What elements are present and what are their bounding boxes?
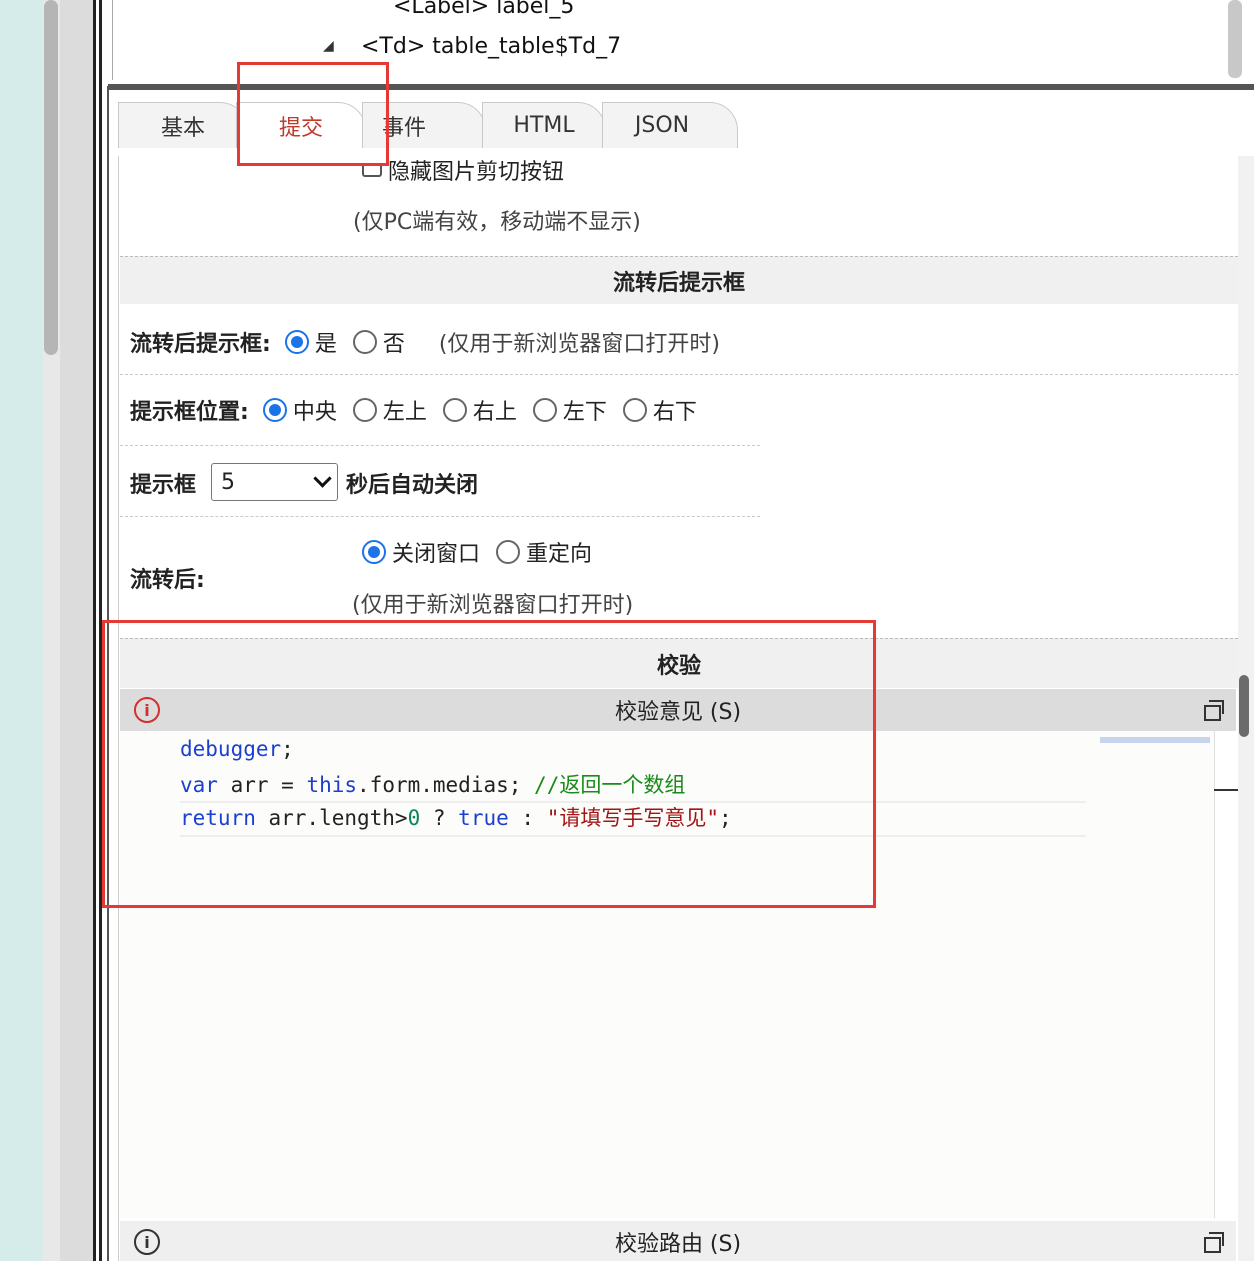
section-title-after-prompt: 流转后提示框 [120, 256, 1238, 304]
code-token: debugger [180, 737, 282, 761]
hide-crop-note: (仅PC端有效，移动端不显示) [353, 210, 641, 235]
tree-node-td[interactable]: <Td> table_table$Td_7 [361, 34, 621, 59]
position-top-left-label: 左上 [382, 400, 427, 425]
code-token: .form.medias; [357, 773, 535, 797]
code-token: arr.length> [255, 806, 408, 830]
splitter-gutter [60, 0, 93, 1261]
after-prompt-no-radio[interactable] [352, 330, 377, 354]
position-center-radio[interactable] [262, 398, 287, 422]
prompt-box-label: 提示框 [130, 473, 197, 498]
code-token: this [306, 773, 358, 797]
splitter-line [99, 0, 102, 1261]
code-token: 0 [407, 806, 421, 830]
position-bottom-right-radio[interactable] [622, 398, 647, 422]
code-editor[interactable]: debugger; var arr = this.form.medias; //… [120, 731, 1214, 1218]
tab-json[interactable]: JSON [602, 102, 738, 148]
after-action-note: (仅用于新浏览器窗口打开时) [352, 593, 634, 618]
close-window-radio[interactable] [362, 540, 386, 564]
restore-window-icon[interactable] [1204, 699, 1224, 721]
prompt-box-suffix: 秒后自动关闭 [346, 473, 479, 498]
validation-route-header[interactable]: i 校验路由 (S) [120, 1221, 1236, 1261]
tab-label: 基本 [160, 115, 205, 141]
expand-arrow-icon[interactable]: ◢ [323, 38, 334, 54]
tab-label: 事件 [381, 115, 426, 141]
chevron-down-icon [313, 469, 332, 488]
after-action-label: 流转后: [130, 568, 205, 593]
after-prompt-yes-label: 是 [314, 332, 337, 357]
horizontal-splitter[interactable] [108, 84, 1254, 90]
redirect-radio[interactable] [496, 540, 521, 564]
position-bottom-left-label: 左下 [562, 400, 607, 425]
code-token: var [180, 773, 218, 797]
tree-node-label[interactable]: <Label> label_5 [393, 0, 574, 19]
divider [120, 516, 760, 517]
code-line-1: debugger; [180, 737, 294, 761]
divider [120, 374, 1238, 375]
redirect-label: 重定向 [526, 542, 593, 567]
code-line-2: var arr = this.form.medias; //返回一个数组 [180, 769, 685, 799]
component-tree: <Label> label_5 ◢ <Td> table_table$Td_7 [112, 0, 1242, 80]
tab-submit[interactable]: 提交 [236, 102, 366, 148]
position-bottom-right-label: 右下 [652, 400, 697, 425]
code-comment: //返回一个数组 [534, 773, 686, 797]
divider [120, 445, 760, 446]
prompt-seconds-select[interactable]: 5 [211, 463, 338, 501]
tree-scrollbar[interactable] [1228, 0, 1242, 78]
info-icon: i [134, 1229, 160, 1255]
hide-crop-label: 隐藏图片剪切按钮 [388, 160, 565, 185]
section-title-validation: 校验 [120, 638, 1238, 688]
minimap-cursor [1214, 789, 1238, 791]
section-title-text: 流转后提示框 [612, 270, 745, 296]
code-token: return [180, 806, 256, 830]
code-token: arr = [217, 773, 307, 797]
tab-html[interactable]: HTML [482, 102, 606, 148]
after-prompt-yes-radio[interactable] [284, 330, 309, 354]
section-title-text: 校验 [656, 653, 701, 679]
panel-scrollbar-thumb[interactable] [1239, 675, 1249, 737]
code-token: true [458, 806, 509, 830]
code-token: : [508, 806, 547, 830]
prompt-position-row: 提示框位置: 中央 左上 右上 左下 右下 [130, 394, 697, 426]
validation-route-title: 校验路由 (S) [614, 1232, 742, 1257]
hide-crop-row: 隐藏图片剪切按钮 [362, 154, 564, 186]
after-action-row: 关闭窗口 重定向 [362, 536, 592, 568]
validation-opinion-header[interactable]: i 校验意见 (S) [120, 689, 1236, 731]
after-prompt-no-label: 否 [382, 332, 405, 357]
code-token: ? [420, 806, 459, 830]
splitter-line [93, 0, 96, 1261]
tab-label: JSON [634, 113, 690, 138]
restore-window-icon[interactable] [1204, 1231, 1224, 1253]
after-prompt-note: (仅用于新浏览器窗口打开时) [438, 332, 721, 357]
property-tabs: 基本 提交 事件 HTML JSON [110, 92, 1254, 148]
tab-basic[interactable]: 基本 [118, 102, 248, 148]
code-token: ; [281, 737, 294, 761]
position-top-right-radio[interactable] [442, 398, 467, 422]
position-top-left-radio[interactable] [352, 398, 377, 422]
after-prompt-label: 流转后提示框: [130, 332, 271, 357]
minimap-preview [1100, 737, 1210, 743]
hide-crop-checkbox[interactable] [362, 163, 382, 177]
info-icon: i [134, 697, 160, 723]
code-token: ; [718, 806, 732, 830]
code-minimap[interactable] [1214, 731, 1238, 1218]
close-window-label: 关闭窗口 [392, 542, 481, 567]
position-center-label: 中央 [292, 400, 337, 425]
code-string: "请填写手写意见" [546, 806, 719, 830]
tab-events[interactable]: 事件 [362, 102, 486, 148]
left-scrollbar-thumb[interactable] [44, 0, 58, 355]
validation-opinion-title: 校验意见 (S) [614, 700, 742, 725]
tab-label: HTML [513, 113, 575, 138]
position-bottom-left-radio[interactable] [532, 398, 557, 422]
after-prompt-row: 流转后提示框: 是 否 (仅用于新浏览器窗口打开时) [130, 326, 720, 358]
position-top-right-label: 右上 [472, 400, 517, 425]
panel-border [107, 86, 109, 1261]
code-line-3: return arr.length>0 ? true : "请填写手写意见"; [180, 802, 732, 832]
prompt-position-label: 提示框位置: [130, 400, 249, 425]
prompt-seconds-value: 5 [221, 469, 235, 495]
tab-label: 提交 [278, 115, 323, 141]
